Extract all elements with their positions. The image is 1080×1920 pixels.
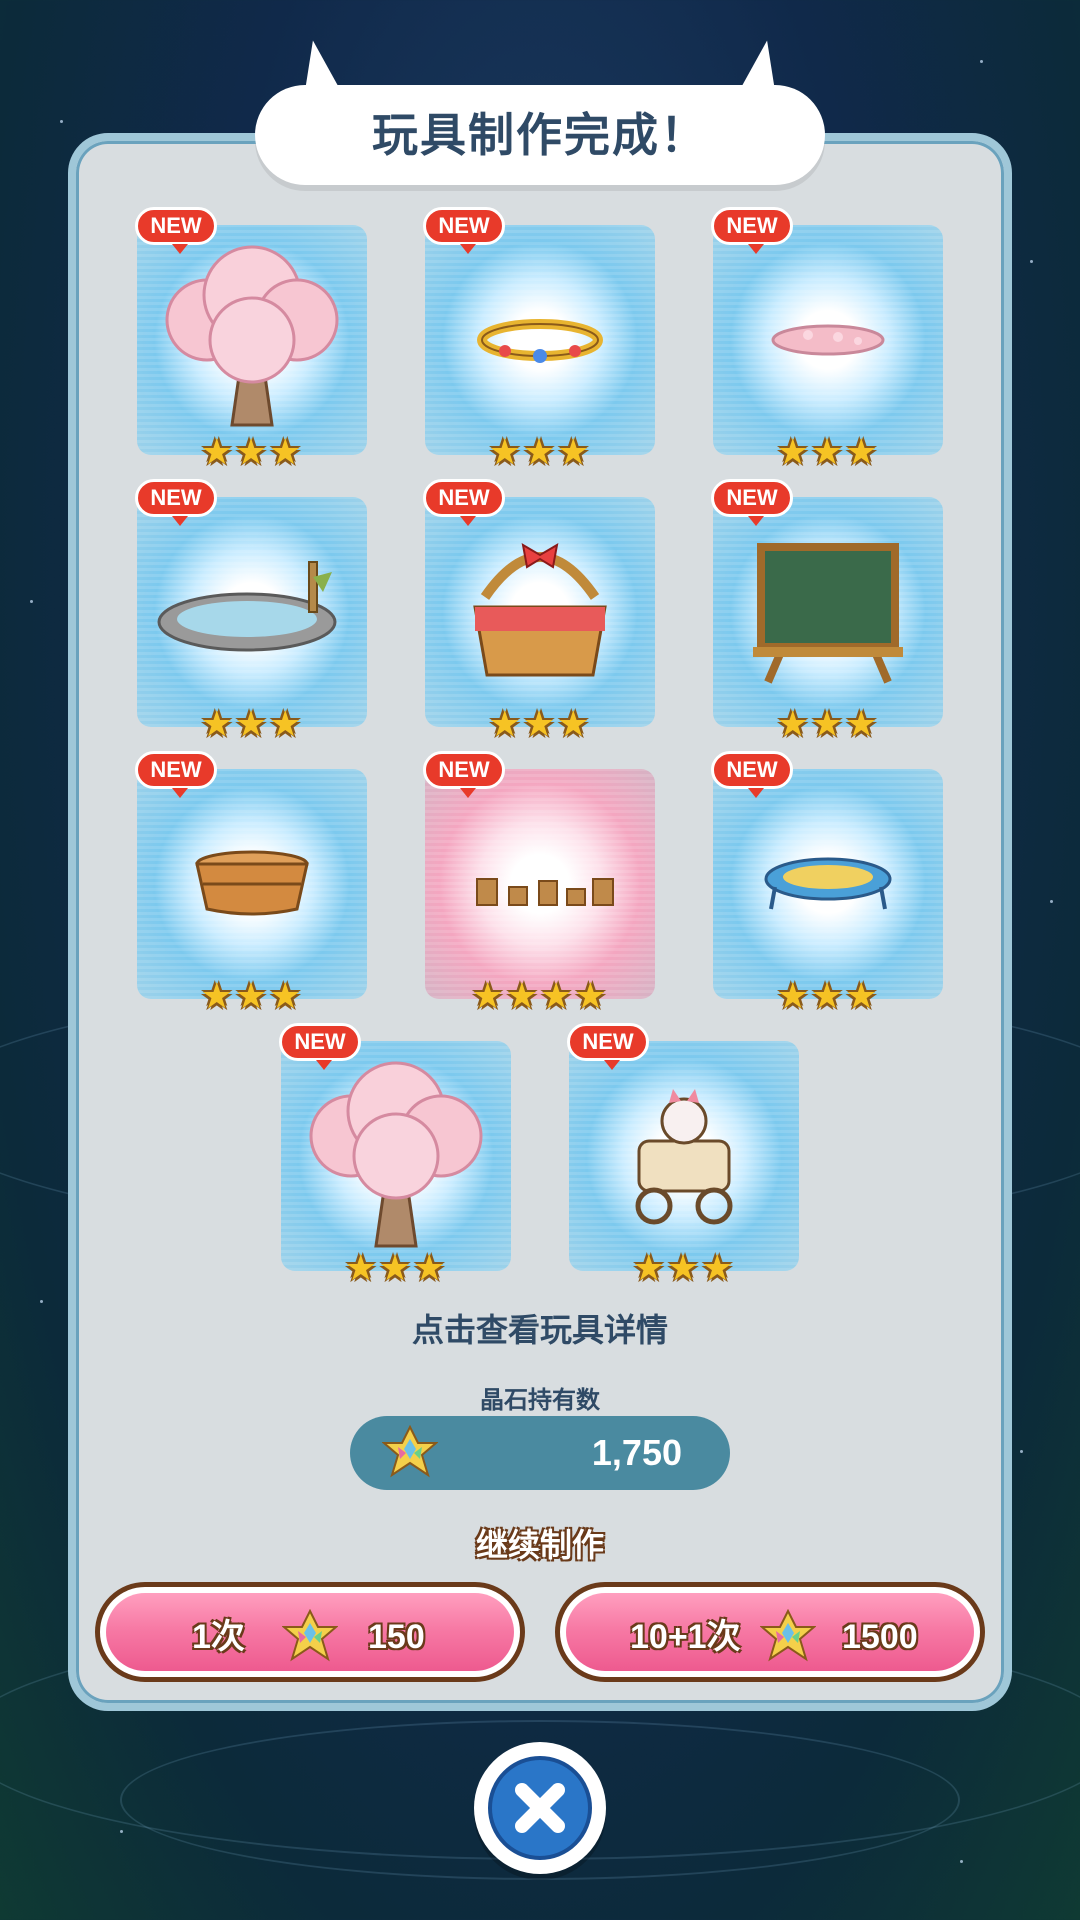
rarity-stars: ★★★ [488,432,592,473]
toy-card-wooden-tub[interactable]: NEW ★★★ [135,751,367,1017]
tub-icon [195,850,309,916]
rarity-stars: ★★★ [488,704,592,745]
gem-balance: 1,750 [350,1416,730,1490]
craft-once-label: 1次 [192,1618,245,1656]
toy-details-hint: 点击查看玩具详情 [411,1311,668,1349]
pond-icon [157,561,337,652]
cherry-tree-icon [165,245,339,427]
basket-icon [473,543,607,677]
craft-eleven-cost: 1500 [842,1618,918,1656]
new-badge: NEW [135,479,217,526]
toy-card-trampoline[interactable]: NEW ★★★ [711,751,943,1017]
toy-card-jeweled-ring[interactable]: NEW ★★★ [423,207,655,473]
tree-stumps-icon [476,878,614,906]
craft-once-cost: 150 [368,1618,425,1656]
trampoline-icon [764,857,892,910]
new-badge: NEW [567,1023,649,1070]
crystal-gem-icon [382,1425,438,1478]
page-title: 玩具制作完成！ [372,108,708,162]
rarity-stars: ★★★ [344,1248,448,1289]
continue-crafting-label: 继续制作 [475,1526,604,1564]
chalkboard-icon [753,543,903,684]
rarity-stars: ★★★ [776,432,880,473]
new-badge: NEW [711,479,793,526]
rarity-stars: ★★★ [632,1248,736,1289]
gem-count: 1,750 [591,1432,682,1473]
new-badge: NEW [279,1023,361,1070]
rarity-stars: ★★★ [776,704,880,745]
toy-card-picnic-basket[interactable]: NEW ★★★ [423,479,655,745]
toy-card-pond[interactable]: NEW ★★★ [135,479,367,745]
petal-pile-icon [771,324,885,356]
toy-card-chalkboard[interactable]: NEW ★★★ [711,479,943,745]
new-badge: NEW [711,207,793,254]
rarity-stars: ★★★ [200,976,304,1017]
new-badge: NEW [135,751,217,798]
cat-cart-icon [635,1089,733,1225]
rarity-stars: ★★★ [200,704,304,745]
new-badge: NEW [423,479,505,526]
craft-once-button[interactable]: 1次 150 [95,1582,525,1682]
rarity-stars: ★★★ [776,976,880,1017]
crystal-gem-icon [282,1609,338,1662]
toy-card-cherry-tree[interactable]: NEW ★★★ [135,207,367,473]
ring-icon [477,319,603,363]
toy-card-tree-stumps[interactable]: NEW ★★★★ [423,751,655,1017]
toy-card-cherry-tree-2[interactable]: NEW ★★★ [279,1023,511,1289]
crystal-gem-icon [760,1609,816,1662]
new-badge: NEW [423,207,505,254]
new-badge: NEW [423,751,505,798]
close-button[interactable] [474,1742,606,1874]
toy-card-cat-cart[interactable]: NEW ★★★ [567,1023,799,1289]
new-badge: NEW [711,751,793,798]
gem-count-label: 晶石持有数 [480,1386,600,1414]
rarity-stars: ★★★ [200,432,304,473]
rarity-stars: ★★★★ [471,976,609,1017]
craft-eleven-button[interactable]: 10+1次 1500 [555,1582,985,1682]
cherry-tree-icon [309,1061,483,1248]
toy-card-petal-pile[interactable]: NEW ★★★ [711,207,943,473]
new-badge: NEW [135,207,217,254]
close-icon [515,1783,565,1833]
craft-eleven-label: 10+1次 [630,1618,741,1656]
